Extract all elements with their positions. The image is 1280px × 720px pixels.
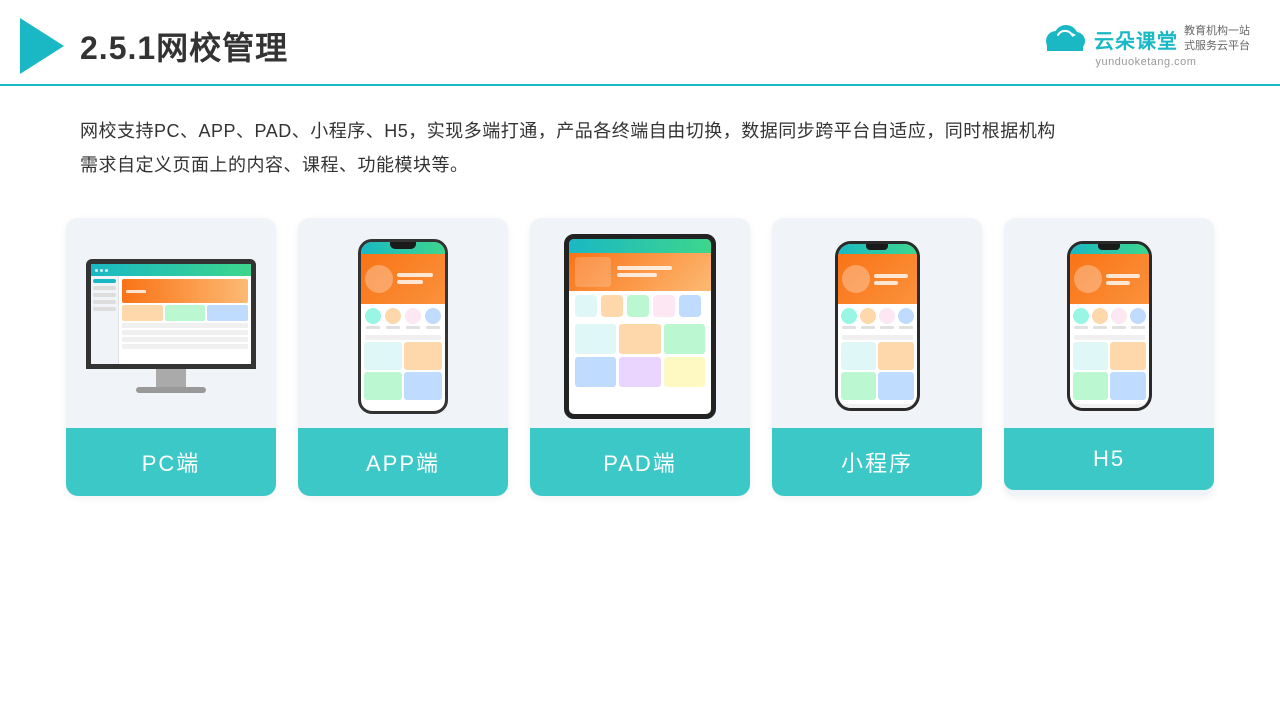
- h5-image-area: [1004, 218, 1214, 428]
- cloud-icon: [1042, 25, 1088, 53]
- phone-notch: [390, 242, 416, 249]
- description-line1: 网校支持PC、APP、PAD、小程序、H5，实现多端打通，产品各终端自由切换，数…: [80, 114, 1200, 148]
- logo-url: yunduoketang.com: [1096, 56, 1197, 68]
- header: 2.5.1网校管理 云朵课堂 教育机构一站 式服务云平台 yunduoketan…: [0, 0, 1280, 86]
- phone-mockup-app: [358, 239, 448, 414]
- pad-image-area: [530, 218, 750, 428]
- title-text: 网校管理: [156, 30, 288, 66]
- card-pad: PAD端: [530, 218, 750, 496]
- h5-label: H5: [1004, 428, 1214, 490]
- play-icon: [20, 18, 64, 74]
- pc-label: PC端: [66, 428, 276, 496]
- mini-phone-notch2: [1098, 244, 1120, 250]
- card-miniapp: 小程序: [772, 218, 982, 496]
- logo-slogan: 教育机构一站 式服务云平台: [1184, 24, 1250, 55]
- miniapp-label: 小程序: [772, 428, 982, 496]
- description: 网校支持PC、APP、PAD、小程序、H5，实现多端打通，产品各终端自由切换，数…: [0, 86, 1280, 182]
- logo-cloud: 云朵课堂 教育机构一站 式服务云平台: [1042, 24, 1250, 55]
- app-image-area: [298, 218, 508, 428]
- tablet-mockup: [564, 234, 716, 419]
- cards-container: PC端: [0, 182, 1280, 526]
- title-num: 2.5.1: [80, 30, 156, 66]
- pc-mockup: [86, 259, 256, 393]
- header-left: 2.5.1网校管理: [20, 18, 288, 74]
- mini-phone-miniapp: [835, 241, 920, 411]
- mini-phone-h5: [1067, 241, 1152, 411]
- card-app: APP端: [298, 218, 508, 496]
- pc-image-area: [66, 218, 276, 428]
- logo-text: 云朵课堂: [1094, 25, 1178, 54]
- monitor: [86, 259, 256, 369]
- pad-label: PAD端: [530, 428, 750, 496]
- description-line2: 需求自定义页面上的内容、课程、功能模块等。: [80, 148, 1200, 182]
- card-h5: H5: [1004, 218, 1214, 496]
- mini-phone-notch1: [866, 244, 888, 250]
- page-title: 2.5.1网校管理: [80, 23, 288, 69]
- logo-area: 云朵课堂 教育机构一站 式服务云平台 yunduoketang.com: [1042, 24, 1250, 69]
- miniapp-image-area: [772, 218, 982, 428]
- card-pc: PC端: [66, 218, 276, 496]
- app-label: APP端: [298, 428, 508, 496]
